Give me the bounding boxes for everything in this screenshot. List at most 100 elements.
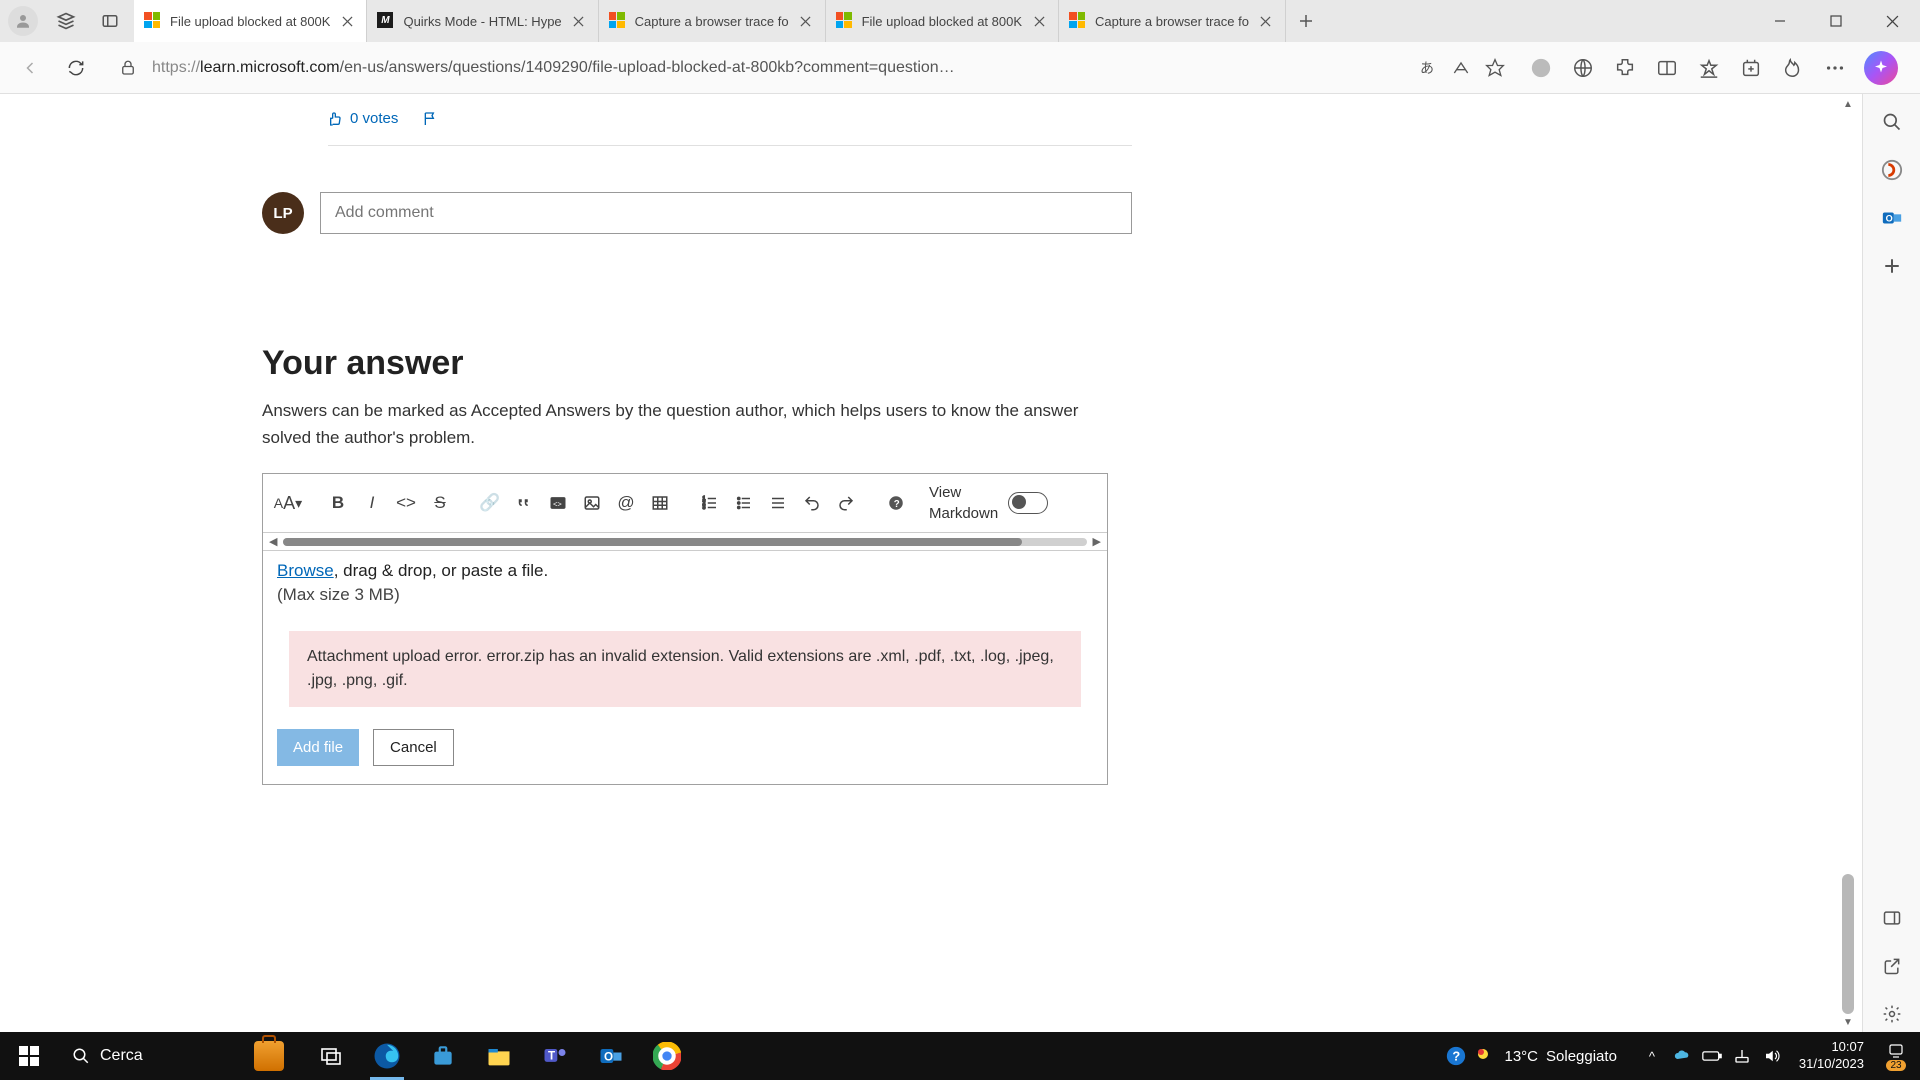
refresh-button[interactable] [60,52,92,84]
code-button[interactable]: <> [391,488,421,518]
onedrive-icon[interactable] [1669,1032,1695,1080]
more-icon[interactable] [1822,55,1848,81]
outlook-icon[interactable]: O [1874,200,1910,236]
office-icon[interactable] [1874,152,1910,188]
comment-input[interactable] [320,192,1132,234]
redo-button[interactable] [831,488,861,518]
avatar: LP [262,192,304,234]
toolbar-scrollbar[interactable]: ◀ ▶ [263,532,1107,550]
flag-icon[interactable] [422,111,438,127]
copilot-icon[interactable] [1864,51,1898,85]
translate-icon[interactable]: あ [1414,55,1440,81]
taskbar-outlook[interactable]: O [584,1032,638,1080]
cancel-button[interactable]: Cancel [373,729,454,766]
svg-text:T: T [548,1050,555,1063]
microsoft-icon [609,12,625,28]
start-button[interactable] [0,1032,58,1080]
avatar-ext-icon[interactable] [1528,55,1554,81]
favorites-bar-icon[interactable] [1696,55,1722,81]
strike-button[interactable]: S [425,488,455,518]
weather-widget[interactable]: 13°C Soleggiato [1473,1044,1617,1068]
site-info-icon[interactable] [112,52,144,84]
scroll-right-icon[interactable]: ▶ [1093,535,1101,548]
taskbar-search[interactable]: Cerca [58,1032,298,1080]
tab-title: File upload blocked at 800K [862,14,1022,29]
notifications-button[interactable]: 23 [1878,1042,1914,1071]
taskbar-teams[interactable]: T [528,1032,582,1080]
tab-4[interactable]: File upload blocked at 800K [826,0,1059,42]
answer-heading: Your answer [262,344,1132,383]
task-view-button[interactable] [304,1032,358,1080]
scroll-up-icon[interactable]: ▲ [1838,94,1858,114]
undo-button[interactable] [797,488,827,518]
globe-icon[interactable] [1570,55,1596,81]
settings-icon[interactable] [1874,996,1910,1032]
performance-icon[interactable] [1780,55,1806,81]
extension-icon[interactable] [1612,55,1638,81]
close-window-button[interactable] [1864,0,1920,42]
back-button[interactable] [14,52,46,84]
ordered-list-button[interactable]: 123 [695,488,725,518]
address-bar: https://learn.microsoft.com/en-us/answer… [0,42,1920,94]
tab-title: Quirks Mode - HTML: Hype [403,14,561,29]
markdown-toggle[interactable] [1008,492,1048,514]
tab-3[interactable]: Capture a browser trace fo [599,0,826,42]
taskbar-edge[interactable] [360,1032,414,1080]
link-button[interactable]: 🔗 [475,488,505,518]
font-size-button[interactable]: AA ▾ [273,488,303,518]
minimize-button[interactable] [1752,0,1808,42]
help-tray-icon[interactable]: ? [1443,1032,1469,1080]
clock[interactable]: 10:0731/10/2023 [1789,1039,1874,1073]
tab-title: File upload blocked at 800K [170,14,330,29]
bold-button[interactable]: B [323,488,353,518]
taskbar-explorer[interactable] [472,1032,526,1080]
help-button[interactable]: ? [881,488,911,518]
close-icon[interactable] [338,12,356,30]
tab-1[interactable]: File upload blocked at 800K [134,0,367,42]
vote-count[interactable]: 0 votes [328,110,398,127]
browse-link[interactable]: Browse [277,561,334,580]
titlebar: File upload blocked at 800K M Quirks Mod… [0,0,1920,42]
volume-icon[interactable] [1759,1032,1785,1080]
taskbar-store[interactable] [416,1032,470,1080]
italic-button[interactable]: I [357,488,387,518]
profile-icon[interactable] [8,6,38,36]
favorite-icon[interactable] [1482,55,1508,81]
table-button[interactable] [645,488,675,518]
maximize-button[interactable] [1808,0,1864,42]
tab-title: Capture a browser trace fo [1095,14,1249,29]
tab-5[interactable]: Capture a browser trace fo [1059,0,1286,42]
scroll-down-icon[interactable]: ▼ [1838,1012,1858,1032]
url-text[interactable]: https://learn.microsoft.com/en-us/answer… [152,59,1406,77]
codeblock-button[interactable]: <> [543,488,573,518]
add-sidebar-icon[interactable] [1874,248,1910,284]
close-icon[interactable] [797,12,815,30]
close-icon[interactable] [1030,12,1048,30]
mention-button[interactable]: @ [611,488,641,518]
open-external-icon[interactable] [1874,948,1910,984]
page-scrollbar[interactable]: ▲ ▼ [1838,94,1858,1032]
search-icon[interactable] [1874,104,1910,140]
browse-instruction: Browse, drag & drop, or paste a file. [277,561,1093,581]
network-icon[interactable] [1729,1032,1755,1080]
taskbar-chrome[interactable] [640,1032,694,1080]
chevron-up-icon[interactable]: ^ [1639,1032,1665,1080]
scroll-left-icon[interactable]: ◀ [269,535,277,548]
split-screen-icon[interactable] [1654,55,1680,81]
sidebar-panel-icon[interactable] [1874,900,1910,936]
tab-2[interactable]: M Quirks Mode - HTML: Hype [367,0,598,42]
svg-text:3: 3 [703,505,706,511]
add-file-button[interactable]: Add file [277,729,359,766]
collections-icon[interactable] [1738,55,1764,81]
unordered-list-button[interactable] [729,488,759,518]
tab-actions-icon[interactable] [94,5,126,37]
read-aloud-icon[interactable] [1448,55,1474,81]
quote-button[interactable] [509,488,539,518]
checklist-button[interactable] [763,488,793,518]
close-icon[interactable] [1257,12,1275,30]
battery-icon[interactable] [1699,1032,1725,1080]
new-tab-button[interactable] [1286,0,1326,42]
close-icon[interactable] [570,12,588,30]
workspaces-icon[interactable] [50,5,82,37]
image-button[interactable] [577,488,607,518]
